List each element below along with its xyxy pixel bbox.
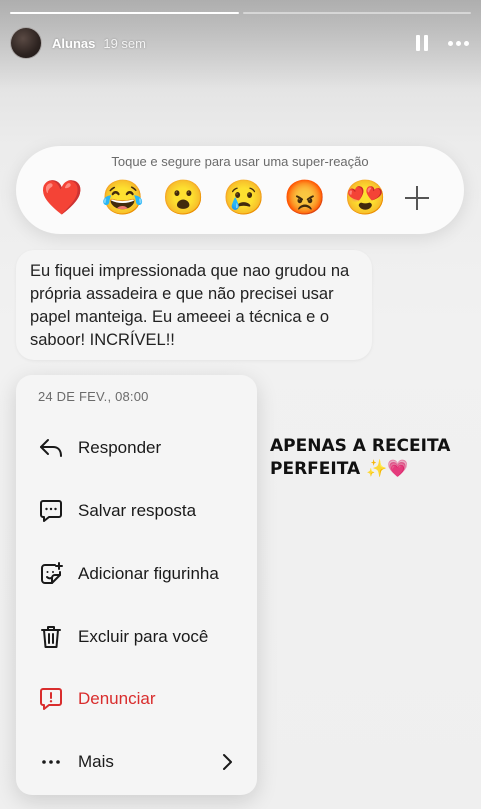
progress-segment — [10, 12, 239, 14]
reply-icon — [38, 435, 64, 461]
report-label: Denunciar — [78, 689, 156, 708]
crying-emoji-button[interactable]: 😢 — [222, 178, 266, 218]
progress-segment — [242, 12, 471, 14]
username[interactable]: Alunas — [52, 36, 95, 51]
add-sticker-label: Adicionar figurinha — [78, 564, 219, 583]
pause-icon[interactable] — [416, 35, 430, 51]
saved-reply-icon — [38, 498, 64, 524]
heart-eyes-emoji-button[interactable]: 😍 — [343, 178, 387, 218]
post-time: 19 sem — [103, 35, 146, 51]
laugh-emoji-button[interactable]: 😂 — [101, 178, 145, 218]
trash-icon — [38, 624, 64, 650]
more-button[interactable]: Mais — [16, 734, 257, 790]
more-label: Mais — [78, 752, 114, 771]
heart-emoji-button[interactable]: ❤️ — [40, 178, 84, 218]
story-overlay-text: APENAS A RECEITA PERFEITA ✨💗 — [270, 436, 451, 479]
message-text: Eu fiquei impressionada que nao grudou n… — [30, 262, 350, 349]
delete-for-you-button[interactable]: Excluir para você — [16, 609, 257, 665]
ellipsis-icon — [38, 749, 64, 775]
emoji-row: ❤️ 😂 😮 😢 😡 😍 — [40, 176, 440, 220]
message-timestamp: 24 DE FEV., 08:00 — [38, 389, 149, 404]
report-button[interactable]: Denunciar — [16, 671, 257, 727]
sticker-icon — [38, 561, 64, 587]
chevron-right-icon — [221, 753, 233, 776]
reaction-picker: Toque e segure para usar uma super-reaçã… — [16, 146, 464, 234]
more-options-icon[interactable] — [448, 40, 469, 46]
save-reply-button[interactable]: Salvar resposta — [16, 483, 257, 539]
save-reply-label: Salvar resposta — [78, 501, 197, 520]
angry-emoji-button[interactable]: 😡 — [283, 178, 327, 218]
context-menu: 24 DE FEV., 08:00 Responder Salvar respo… — [16, 375, 257, 795]
add-reaction-icon[interactable] — [404, 185, 430, 211]
avatar[interactable] — [10, 27, 42, 59]
report-icon — [38, 686, 64, 712]
reaction-hint: Toque e segure para usar uma super-reaçã… — [111, 154, 369, 169]
reply-button[interactable]: Responder — [16, 420, 257, 476]
reply-label: Responder — [78, 438, 162, 457]
message-bubble[interactable]: Eu fiquei impressionada que nao grudou n… — [16, 250, 372, 360]
story-header: Alunas 19 sem — [10, 26, 471, 60]
story-progress-bar — [10, 12, 471, 14]
delete-label: Excluir para você — [78, 627, 209, 646]
add-sticker-button[interactable]: Adicionar figurinha — [16, 546, 257, 602]
surprised-emoji-button[interactable]: 😮 — [161, 178, 205, 218]
